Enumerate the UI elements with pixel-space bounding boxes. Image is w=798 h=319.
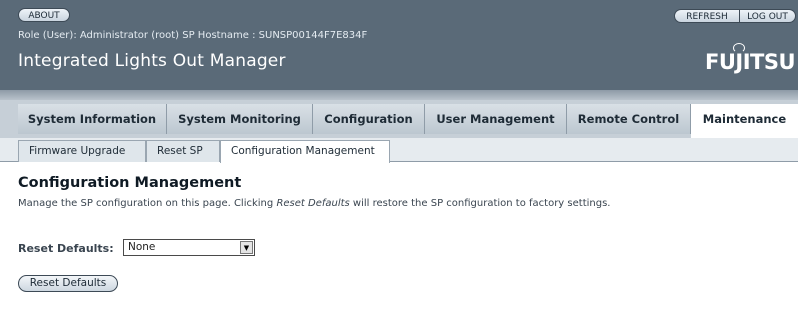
tab-remote-control[interactable]: Remote Control	[567, 104, 691, 134]
tab-system-information[interactable]: System Information	[18, 104, 167, 134]
subtab-configuration-management[interactable]: Configuration Management	[220, 140, 390, 163]
reset-defaults-button[interactable]: Reset Defaults	[18, 275, 118, 292]
subtab-reset-sp[interactable]: Reset SP	[146, 140, 220, 162]
reset-defaults-label: Reset Defaults:	[18, 242, 114, 255]
logout-button[interactable]: LOG OUT	[740, 9, 796, 23]
reset-defaults-select[interactable]: None ▼	[123, 239, 255, 256]
tab-maintenance[interactable]: Maintenance	[691, 104, 798, 138]
about-button[interactable]: ABOUT	[18, 8, 70, 22]
masthead: ABOUT REFRESH LOG OUT Role (User): Admin…	[0, 0, 798, 90]
app-title: Integrated Lights Out Manager	[18, 51, 286, 71]
refresh-button[interactable]: REFRESH	[674, 9, 740, 23]
tab-user-management[interactable]: User Management	[425, 104, 567, 134]
tab-system-monitoring[interactable]: System Monitoring	[167, 104, 313, 134]
role-hostname-info: Role (User): Administrator (root) SP Hos…	[18, 30, 368, 41]
masthead-divider	[0, 90, 798, 100]
fujitsu-logo: FU JITSU	[705, 43, 796, 74]
chevron-down-icon[interactable]: ▼	[240, 241, 253, 254]
page-description: Manage the SP configuration on this page…	[18, 198, 611, 209]
subtab-firmware-upgrade[interactable]: Firmware Upgrade	[18, 140, 146, 162]
page-title: Configuration Management	[18, 175, 242, 191]
select-value: None	[128, 241, 156, 253]
tab-configuration[interactable]: Configuration	[313, 104, 425, 134]
